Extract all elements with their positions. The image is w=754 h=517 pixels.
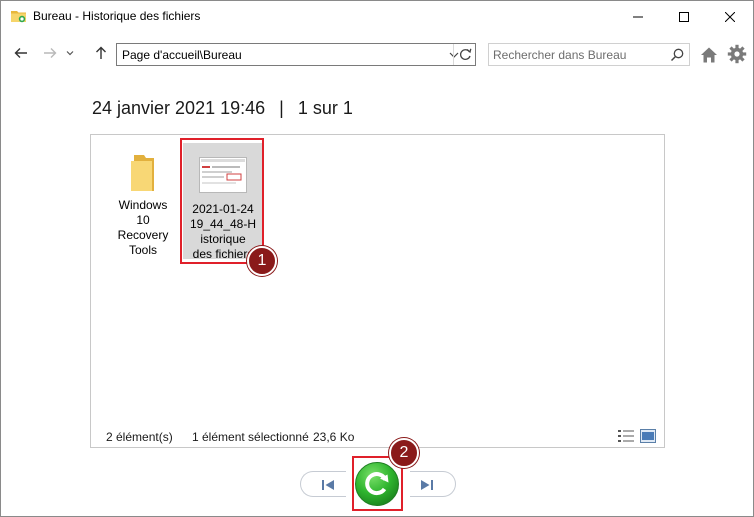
address-bar[interactable]: Page d'accueil\Bureau — [116, 43, 476, 66]
highlight-selected-file — [180, 138, 264, 264]
back-button[interactable] — [10, 42, 32, 64]
home-icon[interactable] — [698, 44, 720, 66]
arrow-up-icon — [96, 46, 106, 59]
item-label-line: 10 — [136, 213, 150, 227]
minimize-button[interactable] — [615, 1, 661, 32]
file-list-pane: Windows 10 Recovery Tools 2021-01-24 19_… — [90, 134, 665, 448]
large-icons-view-icon[interactable] — [640, 429, 656, 443]
skip-previous-icon — [322, 480, 334, 490]
item-label-line: Windows — [118, 198, 168, 212]
navigation-bar: Page d'accueil\Bureau — [1, 32, 753, 76]
minimize-icon — [633, 16, 643, 17]
snapshot-header: 24 janvier 2021 19:46 | 1 sur 1 — [92, 98, 353, 119]
arrow-left-icon — [14, 48, 27, 58]
title-bar: Bureau - Historique des fichiers — [1, 1, 753, 32]
recent-locations-button[interactable] — [62, 42, 78, 64]
annotation-badge: 1 — [247, 246, 277, 276]
close-button[interactable] — [707, 1, 753, 32]
previous-version-button[interactable] — [300, 471, 346, 497]
file-history-window: Bureau - Historique des fichiers Page d'… — [0, 0, 754, 517]
status-bar: 2 élément(s) 1 élément sélectionné 23,6 … — [91, 427, 664, 447]
search-icon — [670, 48, 684, 62]
address-path: Page d'accueil\Bureau — [122, 48, 242, 62]
search-input[interactable] — [493, 47, 663, 62]
details-view-icon[interactable] — [618, 429, 634, 443]
item-label-line: Tools — [128, 243, 157, 257]
refresh-button[interactable] — [453, 44, 476, 65]
header-separator: | — [279, 98, 284, 118]
refresh-icon — [459, 48, 471, 60]
next-version-button[interactable] — [410, 471, 456, 497]
forward-button[interactable] — [39, 42, 61, 64]
gear-icon[interactable] — [726, 43, 748, 65]
maximize-icon — [679, 11, 689, 22]
status-item-count: 2 élément(s) — [106, 430, 173, 444]
maximize-button[interactable] — [661, 1, 707, 32]
chevron-down-icon — [66, 51, 74, 56]
window-title: Bureau - Historique des fichiers — [33, 9, 201, 23]
close-icon — [725, 11, 735, 22]
snapshot-date: 24 janvier 2021 19:46 — [92, 98, 266, 118]
arrow-right-icon — [44, 48, 57, 58]
status-selected-count: 1 élément sélectionné — [192, 430, 309, 444]
search-box[interactable] — [488, 43, 690, 66]
status-selected-size: 23,6 Ko — [313, 430, 355, 444]
snapshot-position: 1 sur 1 — [297, 98, 353, 118]
skip-next-icon — [421, 480, 433, 490]
folder-icon — [131, 155, 154, 191]
list-item-folder[interactable]: Windows 10 Recovery Tools — [103, 145, 183, 258]
annotation-badge: 2 — [389, 438, 419, 468]
folder-history-icon — [11, 11, 26, 23]
item-label-line: Recovery — [117, 228, 169, 242]
up-button[interactable] — [90, 42, 112, 64]
